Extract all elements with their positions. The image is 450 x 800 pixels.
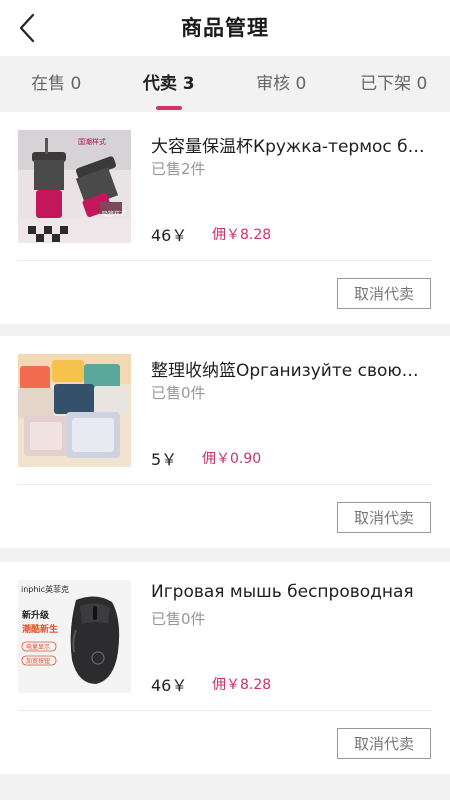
card-divider	[18, 484, 432, 485]
commission-amount: 佣￥8.28	[212, 227, 272, 243]
gaming-mouse-photo-icon: inphic英菲克 新升级 潮酷新生 电量显示 加宽按钮	[18, 580, 131, 693]
product-title[interactable]: Игровая мышь беспроводная	[151, 582, 433, 602]
active-tab-indicator	[155, 106, 182, 110]
status-tabs: 在售 0 代卖 3 审核 0 已下架 0	[0, 56, 450, 112]
cancel-consignment-button[interactable]: 取消代卖	[337, 278, 431, 309]
product-price: 46￥	[151, 676, 188, 695]
page-title: 商品管理	[181, 16, 269, 40]
product-card[interactable]: 整理收纳篮Организуйте свою… 已售0件 5￥ 佣￥0.90 取消…	[0, 336, 450, 548]
thumb-caption-2: 吸管样式	[102, 210, 126, 218]
sold-count: 已售0件	[151, 384, 206, 402]
product-card[interactable]: inphic英菲克 新升级 潮酷新生 电量显示 加宽按钮 Игровая мыш…	[0, 562, 450, 774]
thumb-tag-1: 电量显示	[26, 643, 50, 651]
commission-amount: 佣￥8.28	[212, 677, 272, 693]
thumb-tag-2: 加宽按钮	[26, 657, 50, 665]
card-divider	[18, 710, 432, 711]
sold-count: 已售0件	[151, 610, 206, 628]
card-divider	[18, 260, 432, 261]
product-title[interactable]: 大容量保温杯Кружка-термос б…	[151, 132, 433, 157]
tumbler-photo-icon: 国潮样式 吸管样式	[18, 130, 131, 243]
thumb-brand: inphic英菲克	[21, 584, 69, 594]
tab-delisted[interactable]: 已下架 0	[338, 56, 450, 112]
product-title[interactable]: 整理收纳篮Организуйте свою…	[151, 356, 433, 381]
tab-consignment-label: 代卖 3	[142, 74, 195, 94]
product-price: 5￥	[151, 450, 178, 469]
product-thumbnail[interactable]	[18, 354, 131, 467]
sold-count: 已售2件	[151, 160, 206, 178]
product-thumbnail[interactable]: 国潮样式 吸管样式	[18, 130, 131, 243]
tab-on-sale[interactable]: 在售 0	[0, 56, 113, 112]
top-bar: 商品管理	[0, 0, 450, 56]
commission-amount: 佣￥0.90	[202, 451, 262, 467]
cancel-consignment-button[interactable]: 取消代卖	[337, 502, 431, 533]
storage-baskets-photo-icon	[18, 354, 131, 467]
product-card[interactable]: 国潮样式 吸管样式 大容量保温杯Кружка-термос б… 已售2件 46…	[0, 112, 450, 324]
thumb-headline-1: 新升级	[22, 609, 50, 621]
tab-consignment[interactable]: 代卖 3	[113, 56, 226, 112]
cancel-consignment-button[interactable]: 取消代卖	[337, 728, 431, 759]
thumb-caption-1: 国潮样式	[78, 137, 106, 146]
product-price: 46￥	[151, 226, 188, 245]
product-thumbnail[interactable]: inphic英菲克 新升级 潮酷新生 电量显示 加宽按钮	[18, 580, 131, 693]
thumb-headline-2: 潮酷新生	[22, 623, 58, 635]
tab-under-review[interactable]: 审核 0	[225, 56, 338, 112]
